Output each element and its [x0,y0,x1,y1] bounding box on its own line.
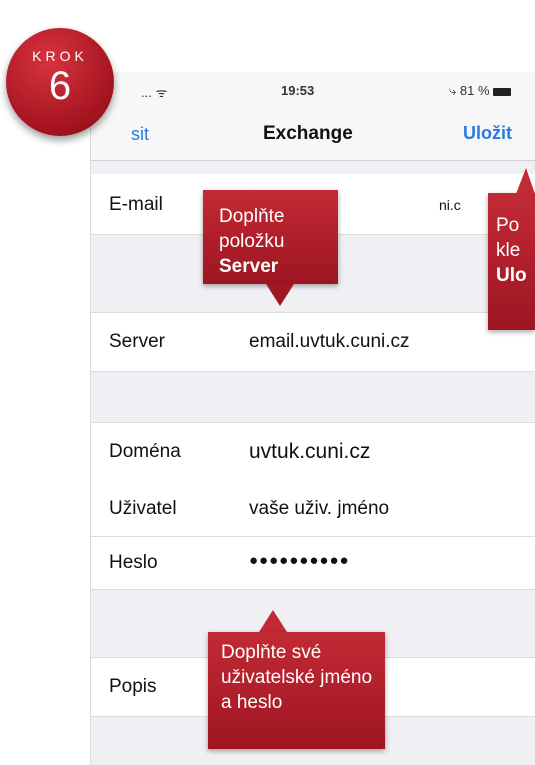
user-field[interactable]: vaše uživ. jméno [249,498,389,520]
email-field[interactable]: ni.c [439,197,461,213]
credentials-callout-arrow [259,610,287,632]
back-button[interactable]: sit [131,124,149,145]
credentials-callout-line3: a heslo [221,692,283,713]
signal-indicator: ... ᯤ [141,85,168,100]
server-callout-line1: Doplňte položku [219,206,285,252]
status-time: 19:53 [281,83,315,98]
step-label: KROK [32,48,88,64]
credentials-callout: Doplňte své uživatelské jméno a heslo [208,632,385,749]
save-button[interactable]: Uložit [463,123,512,144]
password-label: Heslo [109,552,158,573]
step-badge: KROK 6 [6,28,114,136]
save-callout-line1: Po [496,215,520,236]
status-bar: ... ᯤ 19:53 ⤷ 81 % [91,72,535,110]
password-field[interactable]: ●●●●●●●●●● [249,552,350,569]
battery-text: ⤷ 81 % [449,83,490,98]
server-callout-line2: Server [219,256,279,277]
server-row[interactable]: Server email.uvtuk.cuni.cz [91,312,535,372]
battery-indicator: ⤷ 81 % [449,83,511,99]
step-number: 6 [48,64,72,108]
description-label: Popis [109,676,157,697]
domain-row[interactable]: Doména uvtuk.cuni.cz [91,422,535,481]
page-title: Exchange [263,123,353,144]
credentials-callout-line1: Doplňte své [221,642,322,663]
domain-label: Doména [109,441,181,462]
credentials-callout-line2: uživatelské jméno [221,667,373,688]
save-callout-line3: Ulo [496,265,527,286]
save-callout-line2: kle [496,240,521,261]
server-callout: Doplňte položku Server [203,190,338,284]
save-callout-arrow [516,168,535,194]
server-field[interactable]: email.uvtuk.cuni.cz [249,331,410,353]
user-row[interactable]: Uživatel vaše uživ. jméno [91,480,535,537]
email-label: E-mail [109,194,163,215]
server-label: Server [109,331,165,352]
battery-icon [492,87,511,96]
password-row[interactable]: Heslo ●●●●●●●●●● [91,537,535,590]
navigation-bar: sit Exchange Uložit [91,110,535,161]
domain-field[interactable]: uvtuk.cuni.cz [249,440,370,464]
server-callout-arrow [266,284,294,306]
user-label: Uživatel [109,498,177,519]
save-callout: Po kle Ulo [488,193,535,330]
